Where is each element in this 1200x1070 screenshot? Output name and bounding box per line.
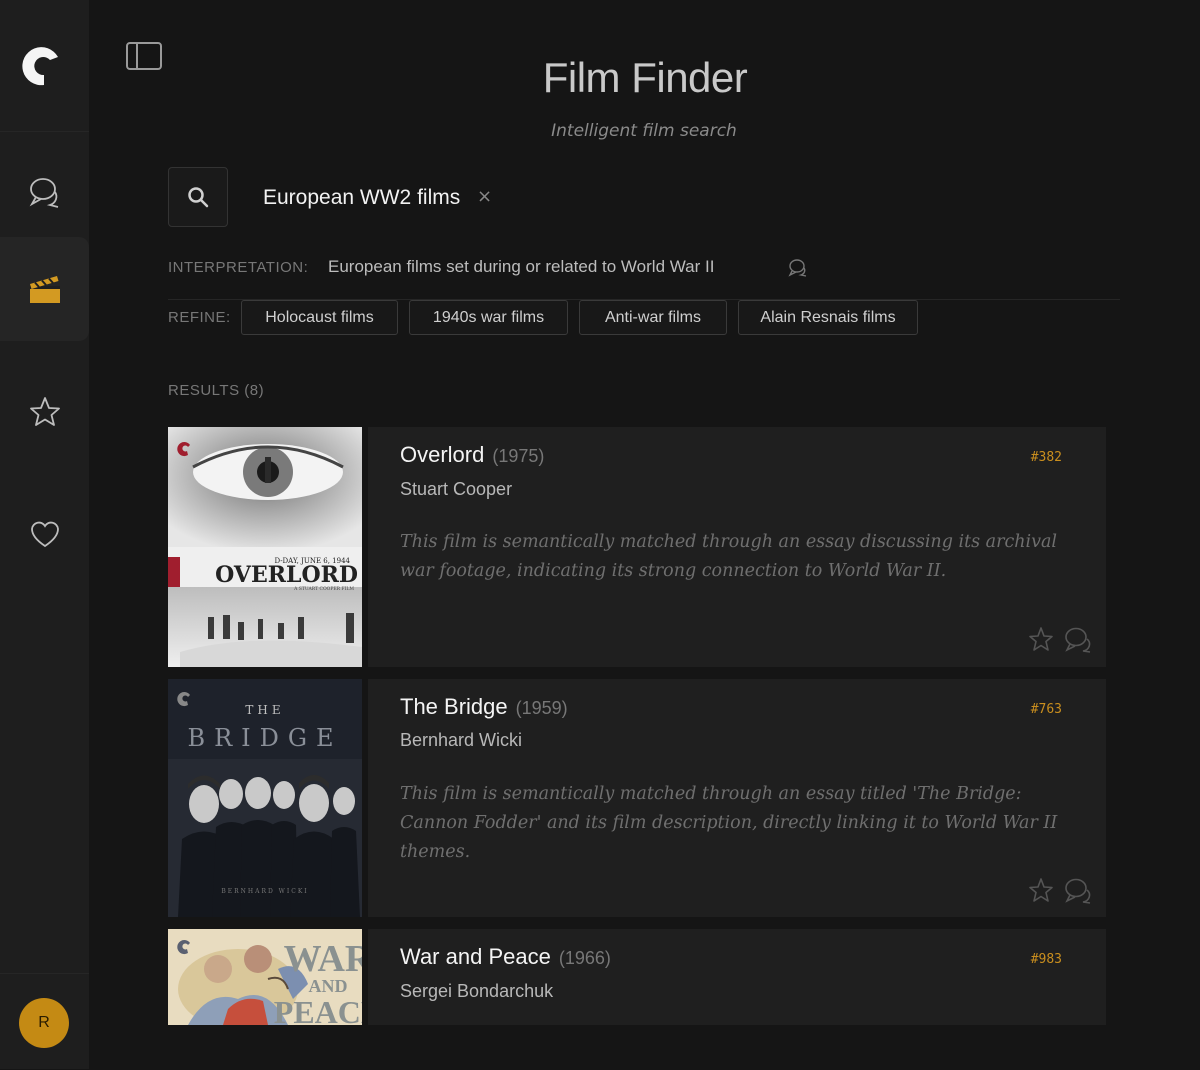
interpretation-label: INTERPRETATION: — [168, 259, 309, 276]
film-director: Sergei Bondarchuk — [400, 981, 554, 1001]
star-icon[interactable] — [1028, 626, 1054, 652]
poster-title: BRIDGE — [187, 724, 342, 752]
film-rank: #382 — [1030, 450, 1062, 465]
star-icon[interactable] — [1028, 877, 1054, 903]
refine-chip-anti-war[interactable]: Anti-war films — [579, 300, 727, 335]
chat-bubble-icon[interactable] — [788, 258, 808, 278]
film-title[interactable]: Overlord (1975) — [400, 442, 544, 468]
search-button[interactable] — [168, 167, 228, 227]
film-year: (1966) — [558, 948, 611, 968]
page-title: Film Finder — [542, 54, 748, 101]
film-rank: #983 — [1030, 952, 1062, 967]
refine-chip-alain-resnais[interactable]: Alain Resnais films — [738, 300, 918, 335]
poster-credit: A STUART COOPER FILM — [293, 586, 354, 592]
poster-title: OVERLORD — [215, 562, 358, 588]
avatar[interactable]: R — [19, 998, 69, 1048]
page-subtitle: Intelligent film search — [551, 121, 737, 141]
film-description: This film is semantically matched throug… — [400, 532, 1058, 581]
poster-war-and-peace[interactable]: WAR AND PEACE — [168, 929, 362, 1025]
film-description: This film is semantically matched throug… — [400, 784, 1058, 862]
chat-bubble-icon[interactable] — [1064, 626, 1092, 654]
chat-bubble-icon — [29, 178, 58, 208]
result-card[interactable]: D-DAY, JUNE 6, 1944 OVERLORD A STUART CO… — [168, 427, 1106, 667]
film-title-text[interactable]: War and Peace — [400, 944, 551, 969]
interpretation-text: European films set during or related to … — [328, 257, 715, 276]
clapperboard-icon — [29, 276, 60, 303]
poster-credit: BERNHARD WICKI — [221, 888, 308, 895]
film-year: (1975) — [492, 446, 545, 466]
sidebar-item-favorites[interactable] — [0, 360, 89, 464]
poster-overlord[interactable]: D-DAY, JUNE 6, 1944 OVERLORD A STUART CO… — [168, 427, 362, 667]
film-title[interactable]: The Bridge (1959) — [400, 694, 568, 720]
search-icon — [188, 187, 209, 208]
poster-the-bridge[interactable]: THE BRIDGE BERNHARD WICKI — [168, 679, 362, 917]
poster-the: THE — [245, 703, 284, 717]
sidebar-item-chat[interactable] — [0, 140, 89, 244]
poster-divider — [362, 679, 368, 917]
film-year: (1959) — [515, 698, 568, 718]
film-title-text[interactable]: Overlord — [400, 442, 484, 467]
sidebar — [0, 0, 89, 1069]
poster-divider — [362, 427, 368, 667]
heart-icon — [30, 521, 59, 548]
film-rank: #763 — [1030, 702, 1062, 717]
star-icon — [29, 397, 60, 426]
refine-chip-1940s-war[interactable]: 1940s war films — [409, 300, 568, 335]
sidebar-item-films[interactable] — [0, 237, 89, 341]
result-card[interactable]: WAR AND PEACE War and Peace (1966) Sergei… — [168, 929, 1106, 1025]
chat-bubble-icon[interactable] — [1064, 877, 1092, 905]
refine-label: REFINE: — [168, 309, 231, 326]
film-title-text[interactable]: The Bridge — [400, 694, 508, 719]
sidebar-item-liked[interactable] — [0, 483, 89, 587]
poster-divider — [362, 929, 368, 1025]
film-title[interactable]: War and Peace (1966) — [400, 944, 611, 970]
poster-title-peace: PEACE — [274, 994, 362, 1025]
result-card[interactable]: THE BRIDGE BERNHARD WICKI The Bridge (195… — [168, 679, 1106, 917]
poster-title-and: AND — [309, 976, 348, 996]
film-director: Stuart Cooper — [400, 479, 513, 499]
film-director: Bernhard Wicki — [400, 730, 523, 750]
search-query[interactable]: European WW2 films — [263, 186, 460, 210]
clear-search-button[interactable]: × — [477, 186, 492, 207]
results-count: RESULTS (8) — [168, 382, 265, 399]
refine-chip-holocaust[interactable]: Holocaust films — [241, 300, 398, 335]
poster-title-war: WAR — [284, 938, 362, 980]
